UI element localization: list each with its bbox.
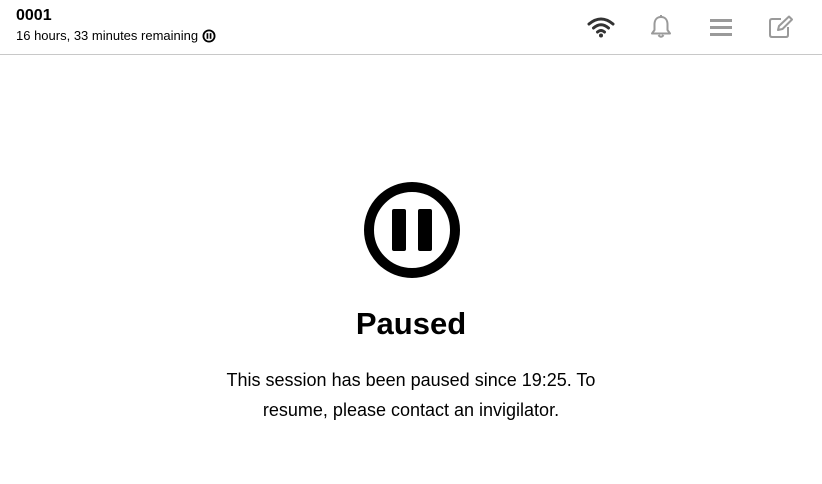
time-remaining: 16 hours, 33 minutes remaining (16, 28, 216, 44)
paused-panel: Paused This session has been paused sinc… (0, 56, 822, 484)
status-heading: Paused (355, 306, 467, 341)
pause-circle-icon (363, 181, 461, 279)
edit-icon[interactable] (766, 12, 796, 42)
wifi-icon[interactable] (586, 12, 616, 42)
menu-icon[interactable] (706, 12, 736, 42)
status-message: This session has been paused since 19:25… (226, 370, 596, 420)
bell-icon[interactable] (646, 12, 676, 42)
time-remaining-text: 16 hours, 33 minutes remaining (16, 28, 199, 43)
top-bar: 0001 16 hours, 33 minutes remaining (0, 0, 822, 55)
small-pause-icon (202, 29, 216, 43)
header-toolbar (586, 12, 796, 42)
session-id: 0001 (16, 7, 52, 24)
